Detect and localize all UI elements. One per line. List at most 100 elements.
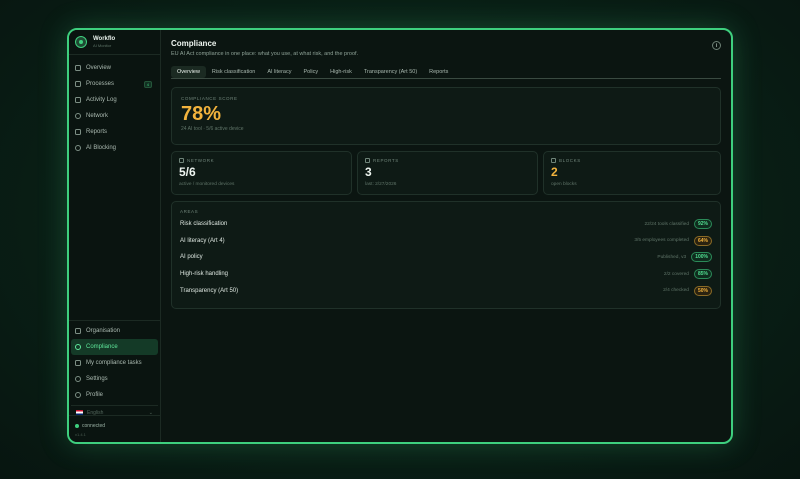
status-badge: 50% (693, 285, 712, 296)
status-dot-icon (75, 424, 79, 428)
brand[interactable]: Workflo AI Monitor (69, 30, 160, 55)
tab-ai-literacy[interactable]: AI literacy (261, 66, 297, 78)
sidebar-item-label: Reports (86, 129, 108, 135)
gear-icon (75, 376, 81, 382)
stat-value: 5/6 (179, 165, 196, 179)
stat-card-blocks[interactable]: Blocks 2 open blocks (543, 151, 721, 195)
sidebar-item-ai-blocking[interactable]: AI Blocking (71, 140, 158, 156)
info-icon[interactable]: i (712, 41, 721, 50)
score-value: 78% (181, 103, 222, 125)
sidebar-item-activity-log[interactable]: Activity Log (71, 92, 158, 108)
area-row[interactable]: Risk classification 22/24 tools classifi… (180, 216, 712, 233)
network-icon (179, 158, 184, 163)
version-label: v1.4.1 (75, 432, 86, 437)
list-icon (75, 97, 81, 103)
stat-value: 3 (365, 165, 372, 179)
sidebar-item-organisation[interactable]: Organisation (71, 323, 158, 339)
bell-icon (551, 158, 556, 163)
status-badge: 64% (693, 235, 712, 246)
area-detail: 3/5 employees completed (634, 238, 689, 244)
area-row[interactable]: AI literacy (Art 4) 3/5 employees comple… (180, 233, 712, 250)
tab-transparency[interactable]: Transparency (Art 50) (358, 66, 423, 78)
area-row[interactable]: Transparency (Art 50) 2/4 checked 50% (180, 282, 712, 299)
tab-high-risk[interactable]: High-risk (324, 66, 358, 78)
page-title: Compliance (171, 39, 217, 48)
language-select[interactable]: English ⌄ (71, 405, 158, 419)
main-content: Compliance EU AI Act compliance in one p… (161, 30, 731, 442)
area-name: High-risk handling (180, 271, 229, 278)
stat-meta: active / monitored devices (179, 182, 235, 187)
file-icon (75, 129, 81, 135)
stat-card-network[interactable]: Network 5/6 active / monitored devices (171, 151, 352, 195)
sidebar-item-reports[interactable]: Reports (71, 124, 158, 140)
area-name: AI literacy (Art 4) (180, 237, 225, 244)
sidebar-nav: Overview Processes 4 Activity Log Networ… (69, 55, 160, 156)
stat-label: Reports (373, 158, 399, 163)
tab-reports[interactable]: Reports (423, 66, 454, 78)
sidebar-item-label: Organisation (86, 328, 121, 334)
grid-icon (75, 65, 81, 71)
area-name: AI policy (180, 254, 203, 261)
sidebar-item-label: Profile (86, 392, 104, 398)
status-badge: 92% (693, 219, 712, 230)
sidebar-item-label: Compliance (86, 344, 118, 350)
sidebar-item-label: Settings (86, 376, 108, 382)
app-window: Workflo AI Monitor Overview Processes 4 … (67, 28, 733, 444)
shield-icon (75, 145, 81, 151)
stat-meta: open blocks (551, 182, 577, 187)
sidebar-item-label: Activity Log (86, 97, 117, 103)
area-row[interactable]: AI policy Published, v3 100% (180, 249, 712, 266)
compliance-score-card: Compliance score 78% 24 AI tool · 5/6 ac… (171, 87, 721, 145)
sidebar-item-profile[interactable]: Profile (71, 387, 158, 403)
sidebar-item-settings[interactable]: Settings (71, 371, 158, 387)
count-badge: 4 (143, 80, 152, 88)
connection-label: connected (82, 423, 106, 429)
clipboard-icon (75, 360, 81, 366)
brand-name: Workflo (93, 36, 116, 42)
brand-subtitle: AI Monitor (93, 43, 112, 48)
sidebar-item-label: Processes (86, 81, 115, 87)
score-meta: 24 AI tool · 5/6 active device (181, 126, 244, 132)
sidebar-item-overview[interactable]: Overview (71, 60, 158, 76)
sidebar-bottom: Organisation Compliance My compliance ta… (69, 320, 160, 419)
area-detail: 22/24 tools classified (644, 221, 689, 227)
area-detail: 2/2 covered (663, 271, 689, 277)
stats-row: Network 5/6 active / monitored devices R… (171, 151, 721, 195)
areas-card: Areas Risk classification 22/24 tools cl… (171, 201, 721, 309)
sidebar-item-label: My compliance tasks (86, 360, 142, 366)
score-label: Compliance score (181, 96, 238, 101)
areas-label: Areas (180, 209, 199, 214)
network-icon (75, 113, 81, 119)
sidebar: Workflo AI Monitor Overview Processes 4 … (69, 30, 161, 442)
area-detail: 2/4 checked (663, 288, 689, 294)
tab-risk-classification[interactable]: Risk classification (206, 66, 261, 78)
stat-label: Network (187, 158, 215, 163)
stat-label: Blocks (559, 158, 581, 163)
sidebar-item-label: Overview (86, 65, 112, 71)
tab-overview[interactable]: Overview (171, 65, 206, 78)
area-row[interactable]: High-risk handling 2/2 covered 85% (180, 266, 712, 283)
logo-icon (75, 36, 87, 48)
tab-policy[interactable]: Policy (297, 66, 324, 78)
building-icon (75, 328, 81, 334)
file-icon (365, 158, 370, 163)
stat-value: 2 (551, 165, 558, 179)
sidebar-item-processes[interactable]: Processes 4 (71, 76, 158, 92)
connection-status: connected v1.4.1 (75, 423, 105, 437)
status-badge: 100% (691, 252, 712, 263)
area-name: Risk classification (180, 221, 228, 228)
sidebar-item-my-compliance-tasks[interactable]: My compliance tasks (71, 355, 158, 371)
sidebar-item-compliance[interactable]: Compliance (71, 339, 158, 355)
page-subtitle: EU AI Act compliance in one place: what … (171, 51, 359, 57)
user-icon (75, 392, 81, 398)
sidebar-item-label: Network (86, 113, 109, 119)
area-detail: Published, v3 (657, 254, 687, 260)
check-circle-icon (75, 344, 81, 350)
sidebar-item-label: AI Blocking (86, 145, 117, 151)
stat-card-reports[interactable]: Reports 3 last: 2/27/2026 (357, 151, 538, 195)
area-name: Transparency (Art 50) (180, 287, 239, 294)
monitor-icon (75, 81, 81, 87)
tab-bar: Overview Risk classification AI literacy… (171, 65, 721, 79)
sidebar-item-network[interactable]: Network (71, 108, 158, 124)
status-badge: 85% (693, 269, 712, 280)
